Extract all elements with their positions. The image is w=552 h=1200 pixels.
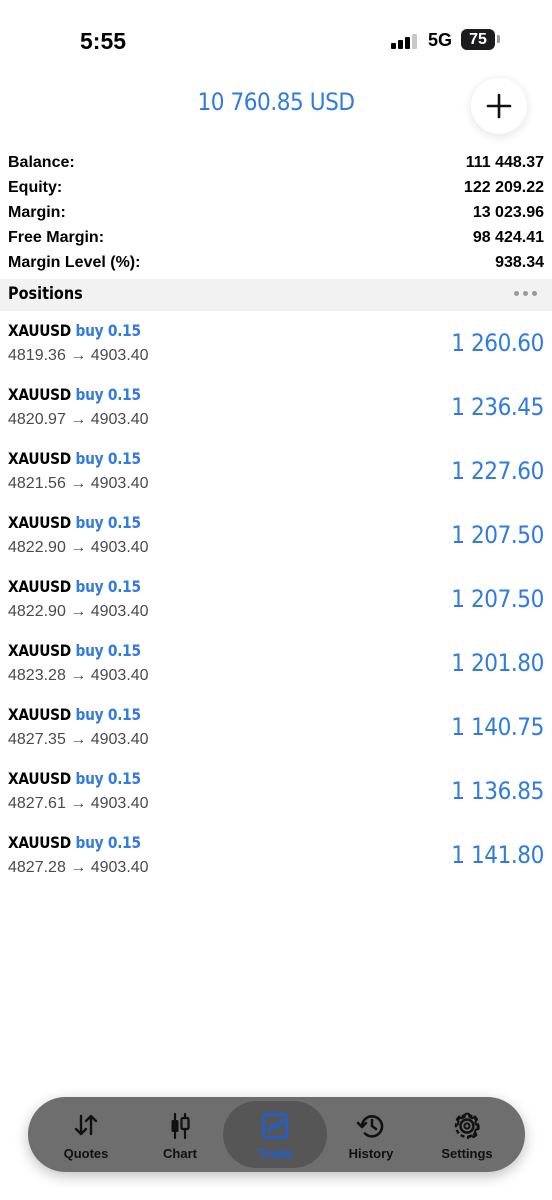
tab-label: Settings [441,1146,493,1161]
position-side: buy 0.15 [75,577,142,596]
summary-label: Free Margin: [8,229,105,246]
position-profit: 1 201.80 [451,649,544,677]
position-prices: 4819.36 → 4903.40 [8,347,149,364]
position-prices: 4822.90 → 4903.40 [8,603,149,620]
summary-label: Margin: [8,204,66,221]
positions-list: XAUUSD buy 0.15 4819.36 → 4903.40 1 260.… [0,311,552,887]
tab-label: History [348,1146,394,1161]
new-order-button[interactable] [471,78,527,134]
cellular-signal-icon [391,33,417,49]
tab-history[interactable]: History [323,1101,419,1168]
tab-label: Quotes [63,1146,109,1161]
positions-title: Positions [8,284,83,304]
position-row[interactable]: XAUUSD buy 0.15 4821.56 → 4903.40 1 227.… [0,439,552,503]
position-symbol-line: XAUUSD buy 0.15 [8,833,141,852]
position-symbol-line: XAUUSD buy 0.15 [8,641,141,660]
position-symbol-line: XAUUSD buy 0.15 [8,385,141,404]
position-symbol: XAUUSD [8,385,71,404]
summary-value: 122 209.22 [463,179,544,196]
position-profit: 1 141.80 [451,841,544,869]
position-profit: 1 236.45 [451,393,544,421]
position-row[interactable]: XAUUSD buy 0.15 4822.90 → 4903.40 1 207.… [0,567,552,631]
position-symbol: XAUUSD [8,513,71,532]
plus-icon [486,93,512,119]
settings-icon [454,1112,480,1140]
position-side: buy 0.15 [75,769,142,788]
position-side: buy 0.15 [75,705,142,724]
position-prices: 4821.56 → 4903.40 [8,475,149,492]
trade-icon [262,1113,288,1139]
summary-value: 98 424.41 [472,229,544,246]
position-symbol-line: XAUUSD buy 0.15 [8,705,141,724]
position-row[interactable]: XAUUSD buy 0.15 4819.36 → 4903.40 1 260.… [0,311,552,375]
summary-label: Equity: [8,179,63,196]
position-prices: 4820.97 → 4903.40 [8,411,149,428]
position-side: buy 0.15 [75,833,142,852]
battery-icon: 75 [461,29,495,50]
tab-chart[interactable]: Chart [132,1101,228,1168]
position-row[interactable]: XAUUSD buy 0.15 4827.35 → 4903.40 1 140.… [0,695,552,759]
position-symbol-line: XAUUSD buy 0.15 [8,321,141,340]
position-row[interactable]: XAUUSD buy 0.15 4827.61 → 4903.40 1 136.… [0,759,552,823]
tab-settings[interactable]: Settings [419,1101,515,1168]
position-profit: 1 207.50 [451,585,544,613]
position-side: buy 0.15 [75,449,142,468]
summary-value: 111 448.37 [465,154,544,171]
bottom-tab-bar: Quotes Chart Trade History Settings [28,1097,525,1172]
account-summary: Balance: 111 448.37 Equity: 122 209.22 M… [8,150,544,275]
position-symbol: XAUUSD [8,449,71,468]
summary-value: 938.34 [495,254,544,271]
position-prices: 4827.28 → 4903.40 [8,859,149,876]
tab-quotes[interactable]: Quotes [38,1101,134,1168]
position-symbol: XAUUSD [8,321,71,340]
position-prices: 4822.90 → 4903.40 [8,539,149,556]
summary-row-balance: Balance: 111 448.37 [8,150,544,175]
position-symbol-line: XAUUSD buy 0.15 [8,577,141,596]
tab-label: Chart [163,1146,197,1161]
position-symbol-line: XAUUSD buy 0.15 [8,449,141,468]
summary-label: Margin Level (%): [8,254,141,271]
chart-icon [171,1112,190,1140]
status-time: 5:55 [80,28,127,54]
summary-row-free-margin: Free Margin: 98 424.41 [8,225,544,250]
position-side: buy 0.15 [75,385,142,404]
quotes-icon [74,1114,98,1136]
summary-row-margin: Margin: 13 023.96 [8,200,544,225]
position-profit: 1 260.60 [451,329,544,357]
summary-row-margin-level: Margin Level (%): 938.34 [8,250,544,275]
history-icon [356,1115,384,1138]
position-symbol-line: XAUUSD buy 0.15 [8,513,141,532]
position-symbol: XAUUSD [8,705,71,724]
more-options-icon[interactable] [514,291,537,296]
position-row[interactable]: XAUUSD buy 0.15 4823.28 → 4903.40 1 201.… [0,631,552,695]
position-side: buy 0.15 [75,513,142,532]
account-profit-total: 10 760.85 USD [197,88,355,116]
position-row[interactable]: XAUUSD buy 0.15 4827.28 → 4903.40 1 141.… [0,823,552,887]
position-symbol: XAUUSD [8,641,71,660]
position-prices: 4827.35 → 4903.40 [8,731,149,748]
positions-section-header: Positions [0,279,552,311]
position-symbol: XAUUSD [8,833,71,852]
position-row[interactable]: XAUUSD buy 0.15 4820.97 → 4903.40 1 236.… [0,375,552,439]
summary-value: 13 023.96 [472,204,544,221]
position-prices: 4827.61 → 4903.40 [8,795,149,812]
network-type: 5G [428,30,453,50]
tab-label: Trade [257,1146,293,1161]
summary-label: Balance: [8,154,75,171]
position-symbol-line: XAUUSD buy 0.15 [8,769,141,788]
summary-row-equity: Equity: 122 209.22 [8,175,544,200]
status-bar: 5:55 5G 75 [0,0,552,80]
tab-trade[interactable]: Trade [223,1101,327,1168]
position-profit: 1 140.75 [451,713,544,741]
position-profit: 1 207.50 [451,521,544,549]
position-prices: 4823.28 → 4903.40 [8,667,149,684]
position-symbol: XAUUSD [8,769,71,788]
position-side: buy 0.15 [75,641,142,660]
battery-nub [497,35,500,43]
position-profit: 1 136.85 [451,777,544,805]
position-profit: 1 227.60 [451,457,544,485]
position-row[interactable]: XAUUSD buy 0.15 4822.90 → 4903.40 1 207.… [0,503,552,567]
position-symbol: XAUUSD [8,577,71,596]
position-side: buy 0.15 [75,321,142,340]
